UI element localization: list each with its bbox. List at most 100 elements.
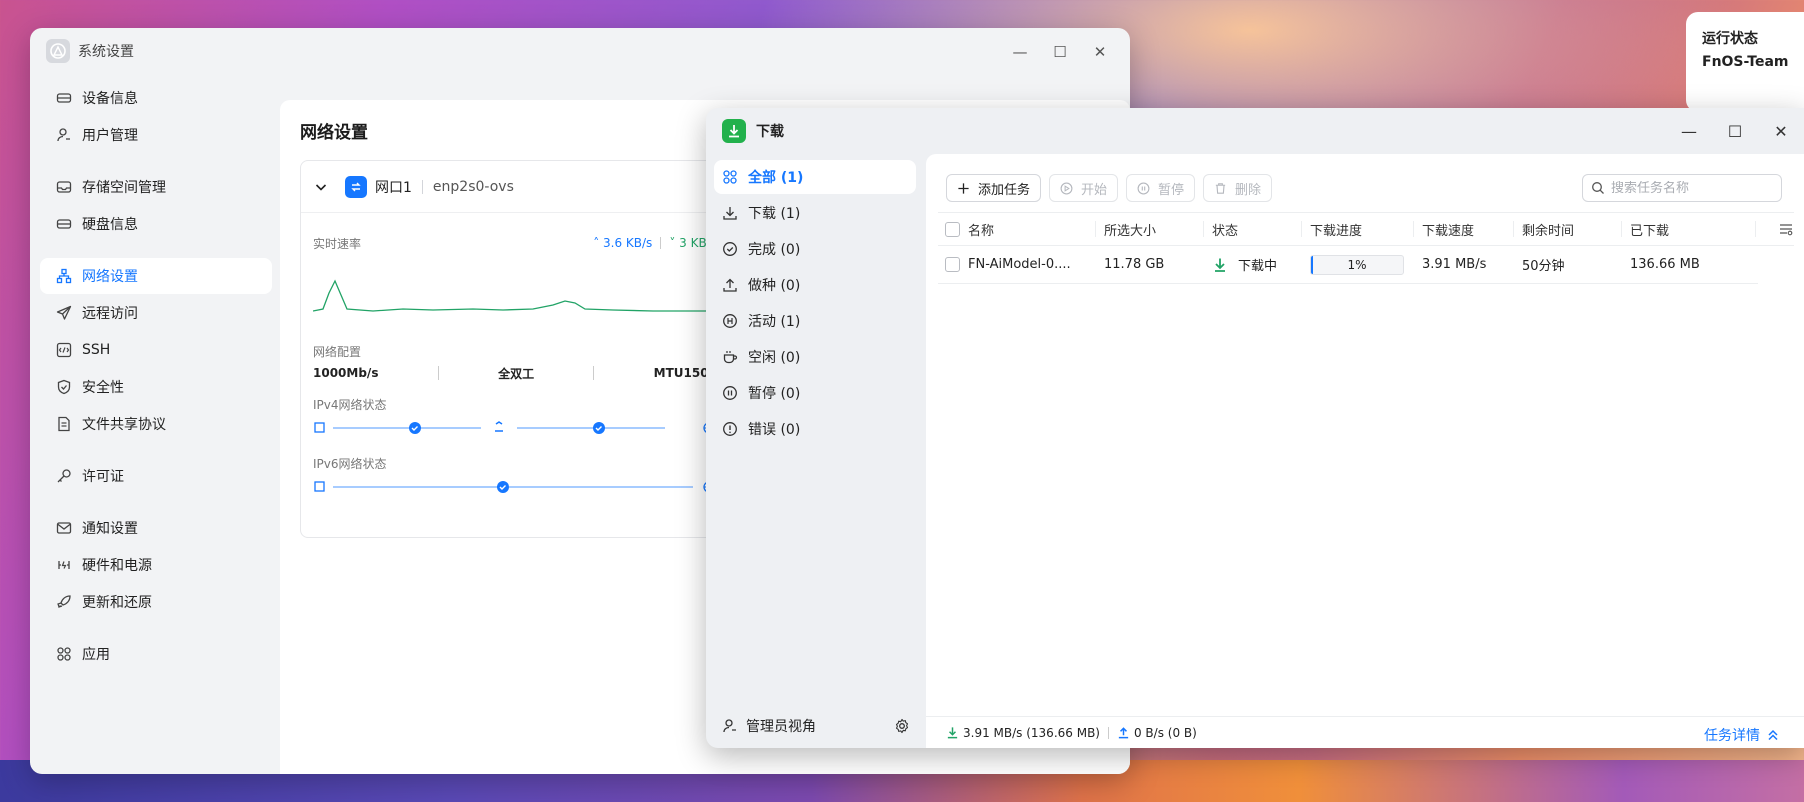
upload-speed: 3.6 KB/s [603, 236, 653, 250]
close-icon[interactable]: ✕ [1758, 116, 1804, 146]
page-title: 网络设置 [300, 123, 368, 143]
delete-label: 删除 [1235, 182, 1262, 198]
maximize-icon[interactable]: ☐ [1712, 116, 1758, 146]
file-icon [56, 416, 78, 432]
sidebar-item-remote-access[interactable]: 远程访问 [40, 295, 272, 331]
column-header[interactable]: 剩余时间 [1514, 221, 1622, 237]
sidebar-item-security[interactable]: 安全性 [40, 369, 272, 405]
column-settings[interactable] [1756, 221, 1794, 237]
column-header[interactable]: 下载进度 [1302, 221, 1414, 237]
delete-button[interactable]: 删除 [1203, 174, 1273, 202]
chevron-down-icon[interactable] [313, 179, 329, 195]
admin-view-row[interactable]: 管理员视角 [722, 714, 916, 738]
widget-title: 运行状态 [1702, 31, 1758, 47]
rocket-icon [56, 594, 78, 610]
plus-icon [958, 182, 969, 194]
add-task-label: 添加任务 [978, 182, 1031, 198]
task-detail-button[interactable]: 任务详情 [1704, 725, 1780, 745]
gear-icon[interactable] [894, 718, 910, 734]
sidebar-item-users[interactable]: 用户管理 [40, 117, 272, 153]
column-header[interactable]: 状态 [1204, 221, 1302, 237]
sidebar-item-label: 更新和还原 [82, 595, 152, 611]
sidebar-item-ssh[interactable]: SSH [40, 332, 272, 368]
column-header[interactable]: 下载速度 [1414, 221, 1514, 237]
start-button[interactable]: 开始 [1049, 174, 1119, 202]
upload-icon [722, 277, 746, 293]
task-search[interactable] [1582, 174, 1782, 202]
network-config-label: 网络配置 [313, 345, 362, 359]
hardware-icon [56, 557, 78, 573]
sidebar-item-label: 网络设置 [82, 269, 138, 285]
filter-label: 暂停 (0) [748, 386, 801, 402]
disk-icon [56, 216, 78, 232]
download-toolbar: 添加任务 开始 暂停 删除 [946, 174, 1280, 202]
start-label: 开始 [1081, 182, 1108, 198]
maximize-icon[interactable]: ☐ [1040, 38, 1080, 66]
sidebar-item-label: SSH [82, 342, 111, 358]
total-download-speed: 3.91 MB/s (136.66 MB) [963, 725, 1100, 740]
filter-error[interactable]: 错误 (0) [714, 412, 916, 446]
filter-seeding[interactable]: 做种 (0) [714, 268, 916, 302]
download-window: 下载 — ☐ ✕ 全部 (1) 下载 (1) 完成 (0) 做种 (0) 活动 … [706, 108, 1804, 748]
sidebar-item-apps[interactable]: 应用 [40, 636, 272, 672]
download-arrow-icon: ˅ [669, 236, 680, 250]
table-row[interactable]: FN-AiModel-0.... 11.78 GB 下载中 1% 3.91 MB… [938, 246, 1758, 284]
settings-sidebar: 设备信息 用户管理 存储空间管理 硬盘信息 网络设置 远程访问 SSH 安全性 [40, 80, 272, 673]
sidebar-item-label: 应用 [82, 647, 110, 663]
ipv6-status-diagram [314, 481, 715, 493]
network-icon [56, 268, 78, 284]
task-speed: 3.91 MB/s [1422, 257, 1487, 272]
trash-icon [1215, 182, 1226, 194]
sidebar-item-update-restore[interactable]: 更新和还原 [40, 584, 272, 620]
close-icon[interactable]: ✕ [1080, 38, 1120, 66]
filter-label: 下载 (1) [748, 206, 801, 222]
download-sidebar: 全部 (1) 下载 (1) 完成 (0) 做种 (0) 活动 (1) 空闲 (0… [714, 160, 916, 448]
link-speed: 1000Mb/s [313, 366, 379, 380]
table-header: 名称 所选大小 状态 下载进度 下载速度 剩余时间 已下载 [938, 212, 1794, 246]
minimize-icon[interactable]: — [1000, 38, 1040, 66]
row-checkbox[interactable] [944, 257, 960, 272]
send-icon [56, 305, 78, 321]
minimize-icon[interactable]: — [1666, 116, 1712, 146]
filter-all[interactable]: 全部 (1) [714, 160, 916, 194]
sidebar-item-disks[interactable]: 硬盘信息 [40, 206, 272, 242]
task-downloaded: 136.66 MB [1630, 257, 1700, 272]
sidebar-item-license[interactable]: 许可证 [40, 458, 272, 494]
divider [437, 366, 439, 380]
network-stats: 实时速率 ˄ 3.6 KB/s ˅ 3 KB/s 网络配置 1000Mb/s 全… [312, 235, 717, 500]
admin-user-icon [722, 718, 746, 734]
mail-icon [56, 520, 78, 536]
admin-view-label: 管理员视角 [746, 719, 816, 735]
task-size: 11.78 GB [1104, 257, 1165, 272]
download-titlebar[interactable]: 下载 — ☐ ✕ [706, 108, 1804, 154]
column-header[interactable]: 已下载 [1622, 221, 1756, 237]
pause-button[interactable]: 暂停 [1126, 174, 1196, 202]
column-header[interactable]: 名称 [966, 221, 1096, 237]
sidebar-item-device-info[interactable]: 设备信息 [40, 80, 272, 116]
download-app-icon [722, 119, 746, 143]
filter-label: 错误 (0) [748, 422, 801, 438]
sidebar-item-network[interactable]: 网络设置 [40, 258, 272, 294]
filter-idle[interactable]: 空闲 (0) [714, 340, 916, 374]
select-all-checkbox[interactable] [944, 221, 960, 237]
column-header[interactable]: 所选大小 [1096, 221, 1204, 237]
sidebar-item-notifications[interactable]: 通知设置 [40, 510, 272, 546]
settings-app-icon [46, 39, 70, 63]
sidebar-item-label: 用户管理 [82, 128, 138, 144]
filter-active[interactable]: 活动 (1) [714, 304, 916, 338]
sidebar-item-label: 安全性 [82, 380, 124, 396]
sidebar-item-storage[interactable]: 存储空间管理 [40, 169, 272, 205]
filter-paused[interactable]: 暂停 (0) [714, 376, 916, 410]
ipv4-status-label: IPv4网络状态 [313, 398, 387, 412]
progress-bar: 1% [1310, 254, 1404, 275]
filter-label: 活动 (1) [748, 314, 801, 330]
pause-label: 暂停 [1158, 182, 1185, 198]
filter-completed[interactable]: 完成 (0) [714, 232, 916, 266]
sidebar-item-hardware-power[interactable]: 硬件和电源 [40, 547, 272, 583]
task-table: 名称 所选大小 状态 下载进度 下载速度 剩余时间 已下载 FN-AiModel… [938, 212, 1794, 284]
filter-downloading[interactable]: 下载 (1) [714, 196, 916, 230]
sidebar-item-file-sharing[interactable]: 文件共享协议 [40, 406, 272, 442]
add-task-button[interactable]: 添加任务 [946, 174, 1042, 202]
search-input[interactable] [1611, 180, 1781, 196]
settings-titlebar[interactable]: 系统设置 — ☐ ✕ [30, 28, 1130, 74]
